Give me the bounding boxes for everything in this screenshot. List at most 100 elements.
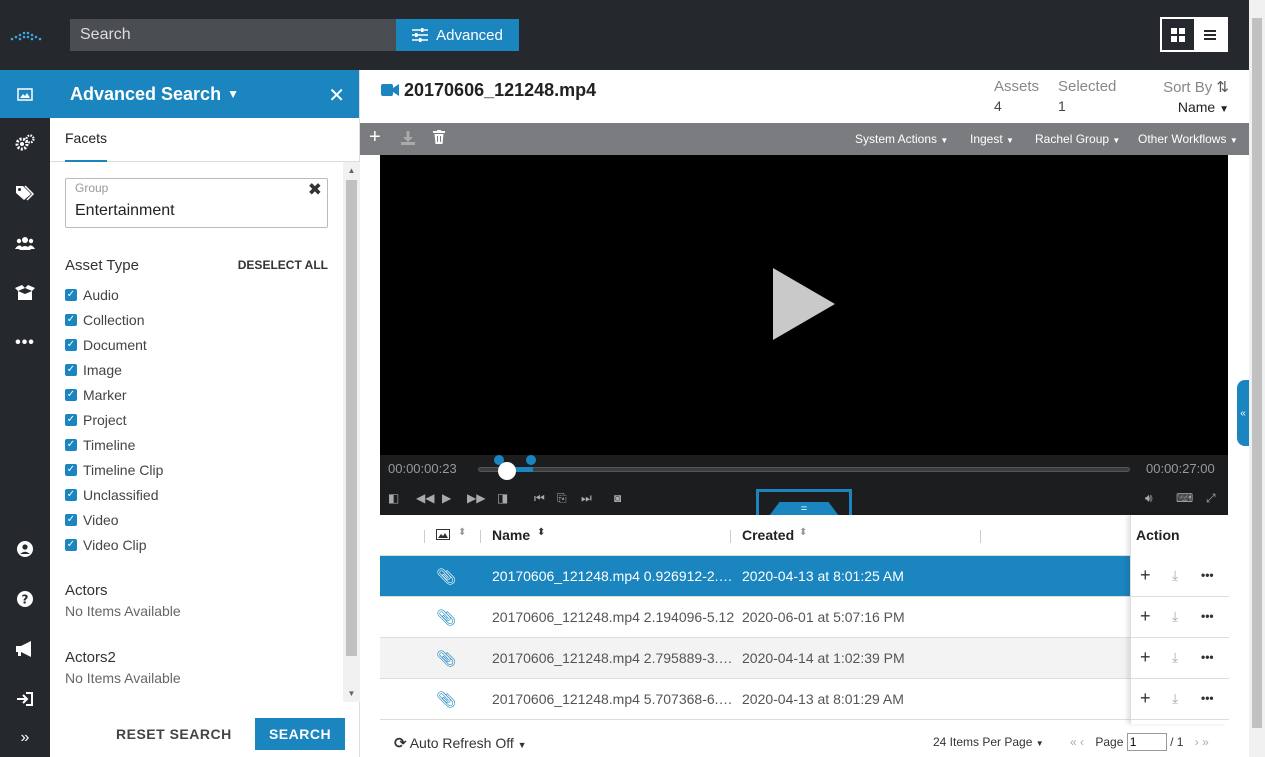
search-button[interactable]: SEARCH xyxy=(255,718,345,750)
column-name[interactable]: Name xyxy=(492,527,530,543)
checkbox-checked-icon[interactable]: ✓ xyxy=(65,313,77,326)
ingest-menu[interactable]: Ingest ▼ xyxy=(970,132,1014,146)
group-field[interactable]: Group Entertainment ✖ xyxy=(65,178,328,228)
mark-out-icon[interactable]: ⏭ xyxy=(581,491,592,506)
checkbox-checked-icon[interactable]: ✓ xyxy=(65,513,77,526)
checkbox-checked-icon[interactable]: ✓ xyxy=(65,288,77,301)
panel-title[interactable]: Advanced Search xyxy=(70,84,221,105)
checkbox-checked-icon[interactable]: ✓ xyxy=(65,438,77,451)
grid-view-button[interactable] xyxy=(1162,19,1194,50)
play-icon[interactable] xyxy=(773,268,835,340)
rail-help[interactable]: ? xyxy=(0,575,50,623)
asset-type-unclassified[interactable]: ✓ Unclassified xyxy=(65,482,163,507)
add-icon[interactable]: + xyxy=(1140,647,1151,668)
frame-back-icon[interactable]: ◧ xyxy=(388,491,399,505)
rachel-group-menu[interactable]: Rachel Group ▼ xyxy=(1035,132,1120,146)
rail-users[interactable] xyxy=(0,219,50,267)
fullscreen-icon[interactable]: ⤢ xyxy=(1206,491,1216,506)
volume-icon[interactable]: 🔊︎ xyxy=(1145,491,1153,506)
tab-facets[interactable]: Facets xyxy=(50,118,359,162)
asset-type-marker[interactable]: ✓ Marker xyxy=(65,382,163,407)
checkbox-checked-icon[interactable]: ✓ xyxy=(65,488,77,501)
clear-icon[interactable]: ✖ xyxy=(308,180,322,200)
table-row[interactable]: 📎︎ 20170606_121248.mp4 5.707368-6.9… 202… xyxy=(380,679,1130,720)
close-icon[interactable]: ✕ xyxy=(328,83,345,108)
rail-expand[interactable]: » xyxy=(0,718,50,757)
sort-icon[interactable]: ⬍ xyxy=(799,527,807,538)
more-icon[interactable]: ••• xyxy=(1201,650,1214,664)
add-icon[interactable]: + xyxy=(1140,688,1151,709)
fast-forward-icon[interactable]: ▶▶ xyxy=(467,491,485,505)
frame-forward-icon[interactable]: ◨ xyxy=(497,491,508,505)
asset-type-timeline[interactable]: ✓ Timeline xyxy=(65,432,163,457)
marker-out-icon[interactable] xyxy=(526,455,536,465)
scroll-up-icon[interactable]: ▲ xyxy=(343,166,360,175)
download-icon[interactable]: ⤓ xyxy=(1172,690,1178,707)
rail-assets[interactable] xyxy=(0,70,50,118)
asset-type-video-clip[interactable]: ✓ Video Clip xyxy=(65,532,163,557)
page-scrollbar[interactable] xyxy=(1249,0,1265,757)
rail-announcements[interactable] xyxy=(0,625,50,673)
system-actions-menu[interactable]: System Actions ▼ xyxy=(855,132,948,146)
column-created[interactable]: Created xyxy=(742,527,794,543)
more-icon[interactable]: ••• xyxy=(1201,609,1214,623)
table-row[interactable]: 📎︎ 20170606_121248.mp4 0.926912-2.1… 202… xyxy=(380,556,1130,597)
clip-icon[interactable]: ⎘ xyxy=(557,491,567,506)
page-scroll-thumb[interactable] xyxy=(1252,18,1262,728)
next-page-icon[interactable]: › xyxy=(1195,735,1199,749)
sort-asc-icon[interactable]: ⬍ xyxy=(537,527,545,538)
items-per-page-select[interactable]: 24 Items Per Page ▼ xyxy=(933,735,1044,749)
rail-more[interactable]: ••• xyxy=(0,319,50,367)
table-row[interactable]: 📎︎ 20170606_121248.mp4 2.194096-5.12 202… xyxy=(380,597,1130,638)
download-icon[interactable]: ⤓ xyxy=(1172,649,1178,666)
mark-in-icon[interactable]: ⏮ xyxy=(534,491,545,506)
rail-collections[interactable] xyxy=(0,269,50,317)
last-page-icon[interactable]: » xyxy=(1202,735,1209,749)
download-icon[interactable]: ⤓ xyxy=(1172,567,1178,584)
camera-icon[interactable]: ◙ xyxy=(614,491,621,505)
page-input[interactable] xyxy=(1126,733,1167,751)
download-icon[interactable] xyxy=(401,131,415,145)
checkbox-checked-icon[interactable]: ✓ xyxy=(65,463,77,476)
advanced-search-button[interactable]: Advanced xyxy=(396,19,519,51)
checkbox-checked-icon[interactable]: ✓ xyxy=(65,413,77,426)
rail-account[interactable] xyxy=(0,525,50,573)
sort-control[interactable]: Sort By ⇅ Name ▼ xyxy=(1155,78,1229,115)
play-small-icon[interactable]: ▶ xyxy=(442,491,451,505)
table-row[interactable]: 📎︎ 20170606_121248.mp4 2.795889-3.3… 202… xyxy=(380,638,1130,679)
list-view-button[interactable] xyxy=(1194,19,1226,50)
trash-icon[interactable] xyxy=(433,130,445,144)
add-icon[interactable]: + xyxy=(1140,565,1151,586)
checkbox-checked-icon[interactable]: ✓ xyxy=(65,538,77,551)
rail-workflows[interactable] xyxy=(0,119,50,167)
more-icon[interactable]: ••• xyxy=(1201,691,1214,705)
download-icon[interactable]: ⤓ xyxy=(1172,608,1178,625)
drag-handle-icon[interactable]: = xyxy=(769,502,839,516)
asset-type-document[interactable]: ✓ Document xyxy=(65,332,163,357)
scroll-thumb[interactable] xyxy=(346,180,357,656)
rail-tags[interactable] xyxy=(0,169,50,217)
side-panel-toggle[interactable]: « xyxy=(1237,380,1249,446)
more-icon[interactable]: ••• xyxy=(1201,568,1214,582)
add-icon[interactable]: + xyxy=(1140,606,1151,627)
seek-bar[interactable] xyxy=(478,467,1130,472)
prev-page-icon[interactable]: ‹ xyxy=(1080,735,1084,749)
thumbnail-column-icon[interactable] xyxy=(436,529,450,540)
sort-icon[interactable]: ⬍ xyxy=(458,527,466,538)
auto-refresh-control[interactable]: ⟳ Auto Refresh Off ▼ xyxy=(394,734,527,752)
deselect-all-button[interactable]: DESELECT ALL xyxy=(238,258,328,272)
checkbox-checked-icon[interactable]: ✓ xyxy=(65,388,77,401)
asset-type-project[interactable]: ✓ Project xyxy=(65,407,163,432)
rail-logout[interactable] xyxy=(0,675,50,723)
asset-type-timeline-clip[interactable]: ✓ Timeline Clip xyxy=(65,457,163,482)
first-page-icon[interactable]: « xyxy=(1070,735,1077,749)
seek-knob[interactable] xyxy=(498,462,517,480)
other-workflows-menu[interactable]: Other Workflows ▼ xyxy=(1138,132,1238,146)
asset-type-video[interactable]: ✓ Video xyxy=(65,507,163,532)
search-input[interactable] xyxy=(70,19,396,51)
logo-icon[interactable] xyxy=(10,28,42,42)
reset-search-button[interactable]: RESET SEARCH xyxy=(116,726,232,742)
asset-type-image[interactable]: ✓ Image xyxy=(65,357,163,382)
caret-down-icon[interactable]: ▼ xyxy=(227,87,239,101)
rewind-icon[interactable]: ◀◀ xyxy=(416,491,434,505)
